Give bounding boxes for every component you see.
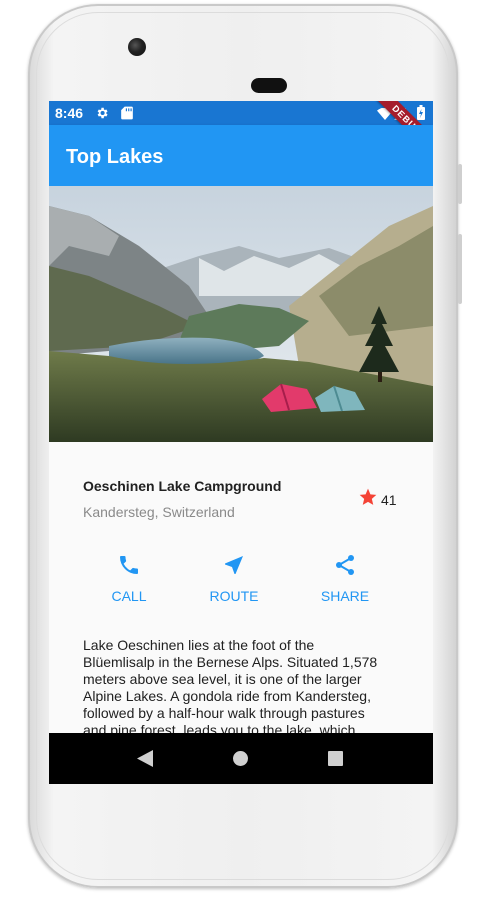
lake-valley-with-tents-photo xyxy=(49,186,433,442)
place-name: Oeschinen Lake Campground xyxy=(83,478,282,494)
app-bar-title: Top Lakes xyxy=(66,146,164,168)
share-label: SHARE xyxy=(320,588,370,604)
place-title-section: Oeschinen Lake Campground Kandersteg, Sw… xyxy=(49,442,433,542)
route-label: ROUTE xyxy=(209,588,259,604)
settings-icon xyxy=(95,106,109,123)
share-icon xyxy=(305,553,385,581)
place-location: Kandersteg, Switzerland xyxy=(83,504,235,520)
phone-icon xyxy=(89,553,169,581)
recents-icon[interactable] xyxy=(328,751,343,766)
app-screen: 8:46 DEBUG Top Lakes Oeschinen Lake Camp… xyxy=(49,101,433,784)
front-camera xyxy=(128,38,146,56)
app-bar: Top Lakes xyxy=(49,125,433,186)
status-bar: 8:46 DEBUG xyxy=(49,101,433,159)
volume-button xyxy=(458,164,462,204)
description-line: meters above sea level, it is one of the… xyxy=(83,671,362,687)
call-button[interactable]: CALL xyxy=(89,553,169,604)
description-line: Blüemlisalp in the Bernese Alps. Situate… xyxy=(83,654,378,670)
description-line: Lake Oeschinen lies at the foot of the xyxy=(83,637,315,653)
route-button[interactable]: ROUTE xyxy=(194,553,274,604)
navigation-icon xyxy=(194,553,274,581)
home-icon[interactable] xyxy=(233,751,248,766)
earpiece-speaker xyxy=(251,78,287,93)
place-description: Lake Oeschinen lies at the foot of the B… xyxy=(83,637,401,739)
description-line: followed by a half-hour walk through pas… xyxy=(83,705,365,721)
favorite-count: 41 xyxy=(381,491,397,508)
action-buttons: CALL ROUTE SHARE xyxy=(49,553,433,613)
power-button xyxy=(458,234,462,304)
favorite-widget[interactable]: 41 xyxy=(358,487,397,512)
system-nav-bar xyxy=(49,733,433,784)
back-icon[interactable] xyxy=(137,750,153,772)
description-line: Alpine Lakes. A gondola ride from Kander… xyxy=(83,688,371,704)
share-button[interactable]: SHARE xyxy=(305,553,385,604)
star-icon[interactable] xyxy=(358,487,378,512)
status-time: 8:46 xyxy=(55,105,84,121)
call-label: CALL xyxy=(111,588,147,604)
sd-card-icon xyxy=(121,106,133,123)
